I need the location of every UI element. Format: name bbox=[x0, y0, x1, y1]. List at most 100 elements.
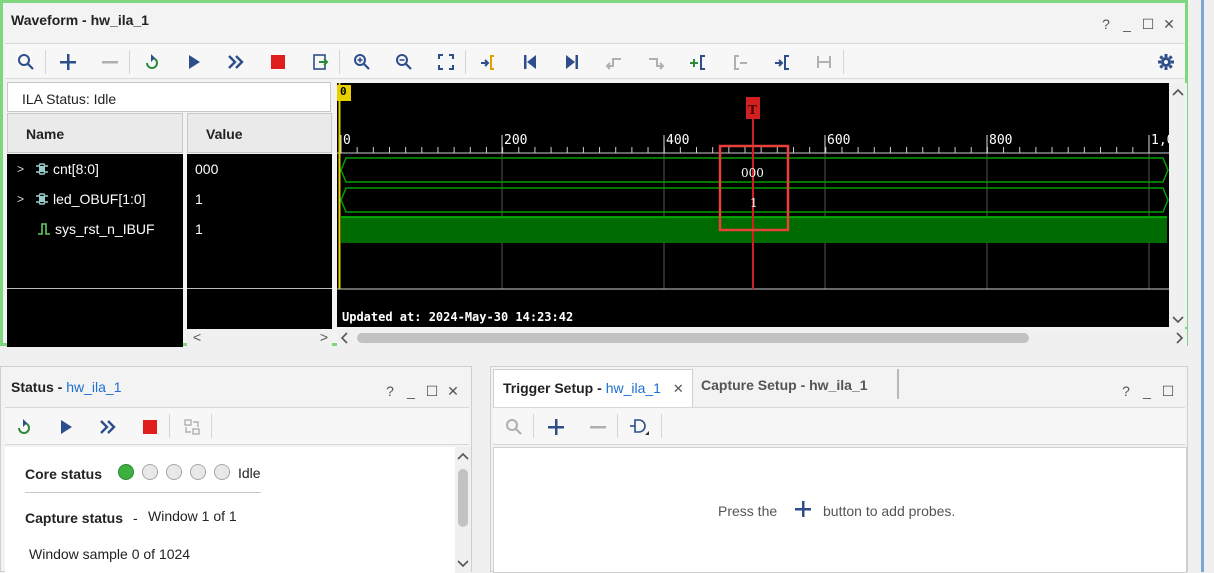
zoom-fit-icon[interactable] bbox=[435, 51, 457, 73]
tick-label: 0 bbox=[343, 133, 351, 148]
zoom-out-icon[interactable] bbox=[393, 51, 415, 73]
trigger-window-controls: ? _ ☐ bbox=[1119, 383, 1175, 400]
close-button[interactable]: ✕ bbox=[1162, 16, 1176, 32]
expand-chevron-icon[interactable]: > bbox=[17, 192, 33, 206]
stop-trigger-icon[interactable] bbox=[267, 51, 289, 73]
settings-icon[interactable] bbox=[1155, 51, 1177, 73]
help-button[interactable]: ? bbox=[383, 383, 397, 399]
status-vscrollbar[interactable] bbox=[455, 447, 471, 573]
value-column-header[interactable]: Value bbox=[187, 113, 332, 153]
scroll-right-icon[interactable]: > bbox=[320, 329, 328, 345]
add-icon[interactable] bbox=[795, 501, 811, 517]
stop-trigger-icon[interactable] bbox=[139, 416, 161, 438]
remove-icon[interactable] bbox=[587, 416, 609, 438]
expand-chevron-icon[interactable]: > bbox=[17, 162, 33, 176]
export-icon[interactable] bbox=[309, 51, 331, 73]
status-title: Status - hw_ila_1 bbox=[11, 379, 122, 395]
maximize-button[interactable]: ☐ bbox=[1161, 383, 1175, 399]
run-trigger-icon[interactable] bbox=[183, 51, 205, 73]
status-divider bbox=[25, 492, 261, 493]
waveform-hscrollbar[interactable] bbox=[337, 329, 1187, 347]
status-toolbar bbox=[5, 407, 469, 445]
core-status-value: Idle bbox=[238, 465, 261, 481]
core-status-led bbox=[214, 464, 230, 480]
waveform-vscrollbar[interactable] bbox=[1169, 83, 1187, 327]
tick-label: 400 bbox=[666, 133, 690, 148]
waveform-title: Waveform - hw_ila_1 bbox=[11, 12, 149, 28]
tick-label: 800 bbox=[989, 133, 1013, 148]
trigger-setup-window: Trigger Setup - hw_ila_1 ✕ Capture Setup… bbox=[490, 366, 1188, 573]
signal-value-panel: 000 1 1 bbox=[187, 154, 332, 347]
tick-label: 200 bbox=[504, 133, 528, 148]
signal-value: 000 bbox=[195, 161, 219, 177]
capture-settings-icon[interactable] bbox=[181, 416, 203, 438]
empty-hint-suffix: button to add probes. bbox=[823, 503, 956, 519]
signal-value: 1 bbox=[195, 191, 203, 207]
tick-label: 1,0 bbox=[1151, 133, 1169, 148]
tab-capture-setup[interactable]: Capture Setup - hw_ila_1 bbox=[701, 377, 867, 393]
signal-name-panel: > cnt[8:0] > led_OBUF[1:0] sys_rst_n_IBU… bbox=[7, 154, 183, 347]
prev-transition-icon[interactable] bbox=[603, 51, 625, 73]
signal-row-cnt[interactable]: > cnt[8:0] bbox=[7, 154, 99, 184]
status-device-link[interactable]: hw_ila_1 bbox=[66, 379, 121, 395]
waveform-toolbar bbox=[5, 43, 1185, 79]
goto-start-icon[interactable] bbox=[519, 51, 541, 73]
bus-value-label: 1 bbox=[750, 196, 758, 210]
waveform-canvas[interactable]: 0 T 0 200 400 600 800 1,0 000 1 Updated … bbox=[337, 83, 1169, 327]
trigger-device-link[interactable]: hw_ila_1 bbox=[606, 380, 661, 396]
close-tab-icon[interactable]: ✕ bbox=[673, 381, 684, 396]
name-column-header[interactable]: Name bbox=[7, 113, 183, 153]
trigger-probe-area[interactable]: Press the button to add probes. bbox=[493, 447, 1187, 573]
maximize-button[interactable]: ☐ bbox=[1141, 16, 1155, 32]
updated-at-label: Updated at: 2024-May-30 14:23:42 bbox=[342, 310, 574, 324]
swap-cursors-icon[interactable] bbox=[813, 51, 835, 73]
core-status-led bbox=[190, 464, 206, 480]
run-trigger-immediate-icon[interactable] bbox=[13, 416, 35, 438]
add-icon[interactable] bbox=[57, 51, 79, 73]
status-window: Status - hw_ila_1 ? _ ☐ ✕ Core status Id… bbox=[0, 366, 472, 573]
tab-trigger-setup[interactable]: Trigger Setup - hw_ila_1 ✕ bbox=[493, 369, 693, 407]
next-transition-icon[interactable] bbox=[645, 51, 667, 73]
zoom-in-icon[interactable] bbox=[351, 51, 373, 73]
run-trigger-icon[interactable] bbox=[55, 416, 77, 438]
goto-cursor-icon[interactable] bbox=[477, 51, 499, 73]
waveform-window-controls: ? _ ☐ ✕ bbox=[1099, 16, 1176, 33]
minimize-button[interactable]: _ bbox=[1140, 383, 1154, 399]
status-title-text: Status - bbox=[11, 379, 67, 395]
search-icon[interactable] bbox=[503, 416, 525, 438]
goto-end-icon[interactable] bbox=[561, 51, 583, 73]
origin-marker-label: 0 bbox=[340, 85, 347, 98]
add-icon[interactable] bbox=[545, 416, 567, 438]
search-icon[interactable] bbox=[15, 51, 37, 73]
value-hscrollbar[interactable]: < > bbox=[187, 329, 332, 347]
auto-rerun-icon[interactable] bbox=[225, 51, 247, 73]
help-button[interactable]: ? bbox=[1119, 383, 1133, 399]
status-window-controls: ? _ ☐ ✕ bbox=[383, 383, 460, 400]
scroll-left-icon[interactable]: < bbox=[193, 329, 201, 345]
auto-rerun-icon[interactable] bbox=[97, 416, 119, 438]
signal-row-led-obuf[interactable]: > led_OBUF[1:0] bbox=[7, 184, 146, 214]
capture-status-separator: - bbox=[133, 510, 138, 526]
bus-value-label: 000 bbox=[741, 166, 764, 180]
maximize-button[interactable]: ☐ bbox=[425, 383, 439, 399]
remove-icon[interactable] bbox=[99, 51, 121, 73]
add-marker-icon[interactable] bbox=[687, 51, 709, 73]
bus-icon bbox=[35, 163, 49, 175]
minimize-button[interactable]: _ bbox=[1120, 16, 1134, 32]
next-marker-icon[interactable] bbox=[771, 51, 793, 73]
help-button[interactable]: ? bbox=[1099, 16, 1113, 32]
capture-status-value: Window 1 of 1 bbox=[148, 508, 237, 524]
signal-row-sys-rst[interactable]: sys_rst_n_IBUF bbox=[7, 214, 155, 244]
trigger-condition-icon[interactable] bbox=[629, 416, 651, 438]
run-trigger-immediate-icon[interactable] bbox=[141, 51, 163, 73]
core-status-label: Core status bbox=[25, 466, 103, 482]
signal-value: 1 bbox=[195, 221, 203, 237]
prev-marker-icon[interactable] bbox=[729, 51, 751, 73]
status-body: Core status Idle Capture status - Window… bbox=[5, 447, 455, 573]
minimize-button[interactable]: _ bbox=[404, 383, 418, 399]
waveform-window: Waveform - hw_ila_1 ? _ ☐ ✕ ILA Status: … bbox=[0, 0, 1188, 347]
close-button[interactable]: ✕ bbox=[446, 383, 460, 399]
trigger-marker-label[interactable]: T bbox=[748, 103, 757, 117]
bus-icon bbox=[35, 193, 49, 205]
right-edge-accent bbox=[1201, 0, 1204, 572]
